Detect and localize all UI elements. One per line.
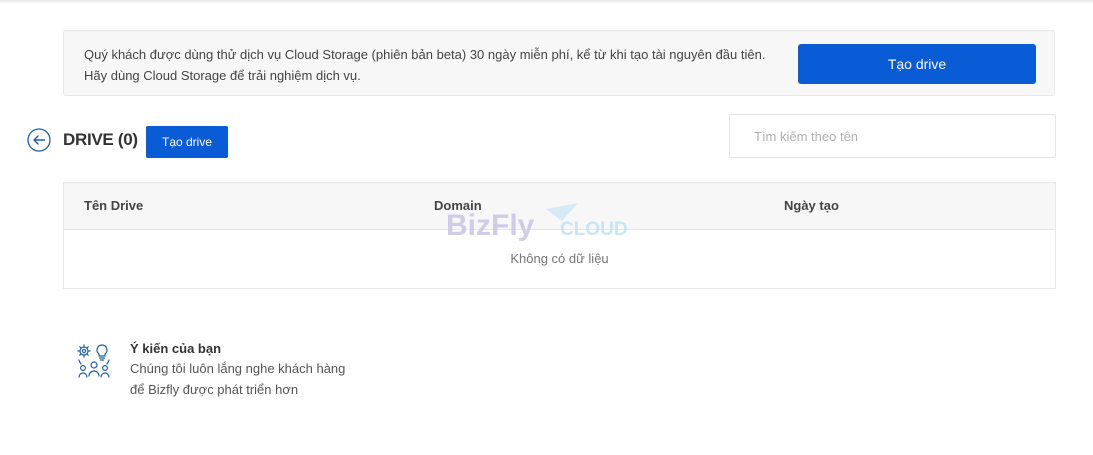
trial-notice-text: Quý khách được dùng thử dịch vụ Cloud St…	[84, 47, 766, 83]
feedback-description-line-1: Chúng tôi luôn lắng nghe khách hàng	[130, 361, 346, 376]
empty-state-text: Không có dữ liệu	[510, 251, 609, 266]
feedback-title: Ý kiến của bạn	[130, 341, 222, 356]
arrow-left-circle-icon	[27, 128, 51, 152]
feedback-icon	[75, 342, 113, 380]
top-bar-shadow	[0, 0, 1093, 4]
column-header-created-date: Ngày tạo	[784, 198, 839, 213]
page-title: DRIVE (0)	[63, 130, 138, 149]
create-drive-banner-button[interactable]: Tạo drive	[798, 44, 1036, 84]
create-drive-button[interactable]: Tạo drive	[146, 126, 228, 158]
feedback-description-line-2: để Bizfly được phát triển hơn	[130, 382, 299, 397]
drive-table: Tên Drive Domain Ngày tạo BizFly CLOUD K…	[63, 182, 1056, 289]
column-header-domain: Domain	[434, 198, 482, 213]
column-header-drive-name: Tên Drive	[84, 198, 144, 213]
trial-notice-panel: Quý khách được dùng thử dịch vụ Cloud St…	[63, 30, 1055, 96]
back-button[interactable]	[27, 128, 51, 152]
table-header: Tên Drive Domain Ngày tạo	[64, 183, 1055, 230]
search-input[interactable]	[729, 114, 1056, 158]
